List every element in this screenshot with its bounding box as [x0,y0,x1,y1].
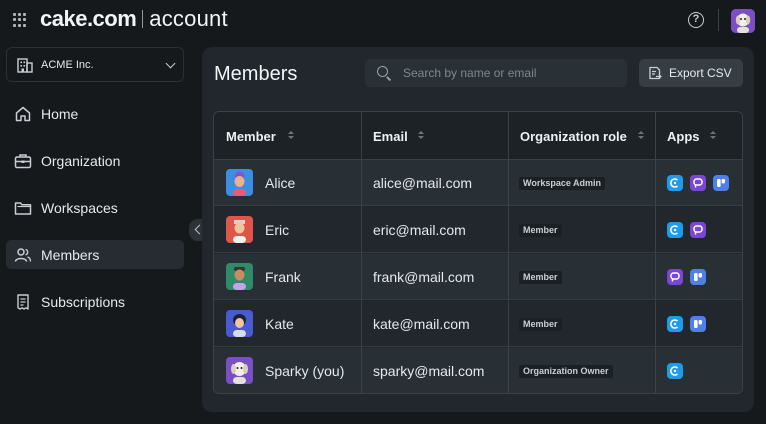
member-avatar [226,216,253,243]
plaky-icon [690,269,706,285]
member-name: Sparky (you) [265,363,345,379]
organization-name: ACME Inc. [41,59,94,71]
sort-icon[interactable] [288,130,294,142]
column-header-organization-role[interactable]: Organization role [508,112,655,160]
member-name: Alice [265,175,296,191]
member-name: Eric [265,222,290,238]
export-csv-button[interactable]: Export CSV [639,59,743,87]
member-email: frank@mail.com [373,269,475,285]
sidebar-item-label: Subscriptions [41,294,126,310]
sort-icon[interactable] [638,130,644,142]
column-header-apps[interactable]: Apps [655,112,742,160]
member-avatar [226,263,253,290]
column-header-label: Member [226,129,276,144]
sidebar-item-label: Members [41,247,100,263]
sidebar-item-label: Organization [41,153,121,169]
role-badge: Member [519,271,562,284]
table-row[interactable]: Kate kate@mail.com Member [214,301,742,347]
user-avatar[interactable] [731,9,755,33]
search-icon [377,66,388,77]
sidebar-item-subscriptions[interactable]: Subscriptions [6,287,184,316]
chevron-down-icon [165,58,176,69]
column-header-email[interactable]: Email [361,112,508,160]
plaky-icon [690,316,706,332]
member-email: alice@mail.com [373,175,473,191]
export-file-icon [649,66,662,80]
members-table: Member Email Organization role Apps Alic… [213,111,743,394]
receipt-icon [17,294,29,310]
sidebar-item-workspaces[interactable]: Workspaces [6,193,184,222]
member-avatar [226,310,253,337]
help-icon[interactable]: ? [688,12,704,28]
export-csv-label: Export CSV [669,66,732,80]
sidebar-item-home[interactable]: Home [6,99,184,128]
column-header-label: Email [373,129,408,144]
table-row[interactable]: Frank frank@mail.com Member [214,254,742,300]
table-header: Member Email Organization role Apps [214,112,742,160]
role-badge: Organization Owner [519,365,613,378]
plaky-icon [713,175,729,191]
member-name: Kate [265,316,294,332]
member-email: eric@mail.com [373,222,466,238]
building-icon [17,58,33,73]
role-badge: Member [519,224,562,237]
sidebar-item-label: Workspaces [41,200,118,216]
clockify-icon [667,316,683,332]
brand-logo[interactable]: cake.com account [40,6,228,32]
sidebar-item-organization[interactable]: Organization [6,146,184,175]
member-email: sparky@mail.com [373,363,485,379]
page-title: Members [214,63,298,85]
column-divider [655,112,656,393]
sort-icon[interactable] [710,130,716,142]
pumble-icon [690,175,706,191]
folder-icon [14,202,32,215]
organization-select[interactable]: ACME Inc. [6,47,184,82]
role-badge: Member [519,318,562,331]
clockify-icon [667,222,683,238]
pumble-icon [667,269,683,285]
brand-suffix: account [149,6,228,31]
search-box [365,59,627,87]
column-header-label: Organization role [520,129,627,144]
member-email: kate@mail.com [373,316,470,332]
search-input[interactable] [403,59,618,87]
table-row[interactable]: Sparky (you) sparky@mail.com Organizatio… [214,348,742,393]
apps-grid-icon[interactable] [13,13,27,27]
role-badge: Workspace Admin [519,177,606,190]
column-header-member[interactable]: Member [214,112,361,160]
users-icon [14,248,32,262]
briefcase-icon [14,154,32,169]
clockify-icon [667,363,683,379]
column-header-label: Apps [667,129,700,144]
column-divider [508,112,509,393]
column-divider [361,112,362,393]
table-row[interactable]: Alice alice@mail.com Workspace Admin [214,160,742,206]
top-bar: cake.com account ? [0,0,766,40]
sidebar-item-label: Home [41,106,79,122]
brand-name: cake.com [40,6,137,31]
clockify-icon [667,175,683,191]
home-icon [15,106,31,122]
member-avatar [226,169,253,196]
pumble-icon [690,222,706,238]
member-avatar [226,357,253,384]
member-name: Frank [265,269,301,285]
table-row[interactable]: Eric eric@mail.com Member [214,207,742,253]
sort-icon[interactable] [418,130,424,142]
top-divider [718,9,719,31]
sidebar-item-members[interactable]: Members [6,240,184,269]
